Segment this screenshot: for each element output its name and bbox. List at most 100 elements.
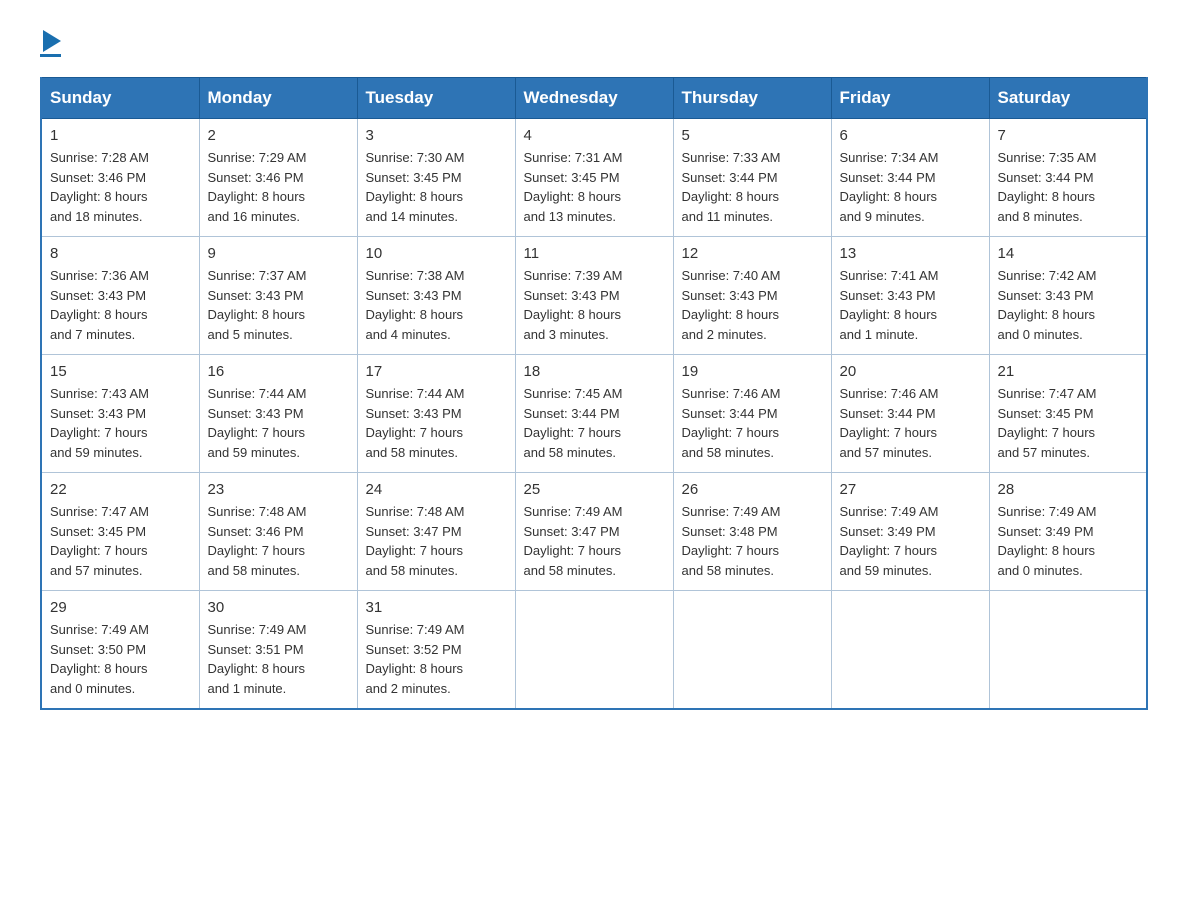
day-info: Sunrise: 7:41 AMSunset: 3:43 PMDaylight:…: [840, 266, 981, 344]
calendar-cell: 17 Sunrise: 7:44 AMSunset: 3:43 PMDaylig…: [357, 355, 515, 473]
page-header: [40, 30, 1148, 57]
day-number: 9: [208, 245, 349, 262]
calendar-cell: 20 Sunrise: 7:46 AMSunset: 3:44 PMDaylig…: [831, 355, 989, 473]
calendar-cell: 24 Sunrise: 7:48 AMSunset: 3:47 PMDaylig…: [357, 473, 515, 591]
col-header-monday: Monday: [199, 78, 357, 119]
day-number: 19: [682, 363, 823, 380]
day-number: 21: [998, 363, 1139, 380]
calendar-cell: [989, 591, 1147, 710]
day-number: 18: [524, 363, 665, 380]
day-info: Sunrise: 7:44 AMSunset: 3:43 PMDaylight:…: [366, 384, 507, 462]
col-header-tuesday: Tuesday: [357, 78, 515, 119]
calendar-cell: 28 Sunrise: 7:49 AMSunset: 3:49 PMDaylig…: [989, 473, 1147, 591]
calendar-cell: 11 Sunrise: 7:39 AMSunset: 3:43 PMDaylig…: [515, 237, 673, 355]
day-number: 17: [366, 363, 507, 380]
col-header-wednesday: Wednesday: [515, 78, 673, 119]
day-info: Sunrise: 7:49 AMSunset: 3:52 PMDaylight:…: [366, 620, 507, 698]
calendar-cell: [673, 591, 831, 710]
day-number: 8: [50, 245, 191, 262]
day-info: Sunrise: 7:46 AMSunset: 3:44 PMDaylight:…: [840, 384, 981, 462]
calendar-cell: 18 Sunrise: 7:45 AMSunset: 3:44 PMDaylig…: [515, 355, 673, 473]
day-info: Sunrise: 7:49 AMSunset: 3:49 PMDaylight:…: [840, 502, 981, 580]
day-info: Sunrise: 7:44 AMSunset: 3:43 PMDaylight:…: [208, 384, 349, 462]
calendar-cell: 10 Sunrise: 7:38 AMSunset: 3:43 PMDaylig…: [357, 237, 515, 355]
day-info: Sunrise: 7:48 AMSunset: 3:46 PMDaylight:…: [208, 502, 349, 580]
day-info: Sunrise: 7:45 AMSunset: 3:44 PMDaylight:…: [524, 384, 665, 462]
day-number: 7: [998, 127, 1139, 144]
calendar-cell: 5 Sunrise: 7:33 AMSunset: 3:44 PMDayligh…: [673, 119, 831, 237]
day-info: Sunrise: 7:31 AMSunset: 3:45 PMDaylight:…: [524, 148, 665, 226]
calendar-cell: 22 Sunrise: 7:47 AMSunset: 3:45 PMDaylig…: [41, 473, 199, 591]
day-number: 4: [524, 127, 665, 144]
calendar-cell: 8 Sunrise: 7:36 AMSunset: 3:43 PMDayligh…: [41, 237, 199, 355]
day-info: Sunrise: 7:49 AMSunset: 3:51 PMDaylight:…: [208, 620, 349, 698]
day-number: 27: [840, 481, 981, 498]
day-info: Sunrise: 7:48 AMSunset: 3:47 PMDaylight:…: [366, 502, 507, 580]
day-number: 14: [998, 245, 1139, 262]
day-number: 23: [208, 481, 349, 498]
col-header-thursday: Thursday: [673, 78, 831, 119]
col-header-sunday: Sunday: [41, 78, 199, 119]
day-number: 31: [366, 599, 507, 616]
day-number: 1: [50, 127, 191, 144]
calendar-cell: 12 Sunrise: 7:40 AMSunset: 3:43 PMDaylig…: [673, 237, 831, 355]
logo-arrow-icon: [43, 30, 61, 52]
day-number: 16: [208, 363, 349, 380]
day-info: Sunrise: 7:43 AMSunset: 3:43 PMDaylight:…: [50, 384, 191, 462]
calendar-cell: 15 Sunrise: 7:43 AMSunset: 3:43 PMDaylig…: [41, 355, 199, 473]
calendar-cell: 31 Sunrise: 7:49 AMSunset: 3:52 PMDaylig…: [357, 591, 515, 710]
day-number: 6: [840, 127, 981, 144]
calendar-cell: 3 Sunrise: 7:30 AMSunset: 3:45 PMDayligh…: [357, 119, 515, 237]
day-info: Sunrise: 7:34 AMSunset: 3:44 PMDaylight:…: [840, 148, 981, 226]
day-info: Sunrise: 7:37 AMSunset: 3:43 PMDaylight:…: [208, 266, 349, 344]
day-info: Sunrise: 7:29 AMSunset: 3:46 PMDaylight:…: [208, 148, 349, 226]
calendar-cell: 26 Sunrise: 7:49 AMSunset: 3:48 PMDaylig…: [673, 473, 831, 591]
calendar-cell: 1 Sunrise: 7:28 AMSunset: 3:46 PMDayligh…: [41, 119, 199, 237]
calendar-cell: [515, 591, 673, 710]
day-info: Sunrise: 7:47 AMSunset: 3:45 PMDaylight:…: [998, 384, 1139, 462]
calendar-cell: 13 Sunrise: 7:41 AMSunset: 3:43 PMDaylig…: [831, 237, 989, 355]
day-info: Sunrise: 7:38 AMSunset: 3:43 PMDaylight:…: [366, 266, 507, 344]
calendar-cell: 9 Sunrise: 7:37 AMSunset: 3:43 PMDayligh…: [199, 237, 357, 355]
calendar-week-row: 1 Sunrise: 7:28 AMSunset: 3:46 PMDayligh…: [41, 119, 1147, 237]
day-info: Sunrise: 7:42 AMSunset: 3:43 PMDaylight:…: [998, 266, 1139, 344]
day-number: 22: [50, 481, 191, 498]
calendar-cell: 30 Sunrise: 7:49 AMSunset: 3:51 PMDaylig…: [199, 591, 357, 710]
logo-bottom: [40, 30, 61, 52]
calendar-cell: 25 Sunrise: 7:49 AMSunset: 3:47 PMDaylig…: [515, 473, 673, 591]
day-number: 3: [366, 127, 507, 144]
day-number: 10: [366, 245, 507, 262]
calendar-cell: 21 Sunrise: 7:47 AMSunset: 3:45 PMDaylig…: [989, 355, 1147, 473]
calendar-cell: 7 Sunrise: 7:35 AMSunset: 3:44 PMDayligh…: [989, 119, 1147, 237]
day-info: Sunrise: 7:49 AMSunset: 3:48 PMDaylight:…: [682, 502, 823, 580]
calendar-week-row: 29 Sunrise: 7:49 AMSunset: 3:50 PMDaylig…: [41, 591, 1147, 710]
calendar-table: SundayMondayTuesdayWednesdayThursdayFrid…: [40, 77, 1148, 710]
day-number: 25: [524, 481, 665, 498]
calendar-week-row: 8 Sunrise: 7:36 AMSunset: 3:43 PMDayligh…: [41, 237, 1147, 355]
calendar-cell: 23 Sunrise: 7:48 AMSunset: 3:46 PMDaylig…: [199, 473, 357, 591]
day-info: Sunrise: 7:49 AMSunset: 3:50 PMDaylight:…: [50, 620, 191, 698]
day-info: Sunrise: 7:33 AMSunset: 3:44 PMDaylight:…: [682, 148, 823, 226]
calendar-header-row: SundayMondayTuesdayWednesdayThursdayFrid…: [41, 78, 1147, 119]
calendar-cell: 19 Sunrise: 7:46 AMSunset: 3:44 PMDaylig…: [673, 355, 831, 473]
day-number: 15: [50, 363, 191, 380]
day-number: 13: [840, 245, 981, 262]
day-info: Sunrise: 7:30 AMSunset: 3:45 PMDaylight:…: [366, 148, 507, 226]
day-info: Sunrise: 7:36 AMSunset: 3:43 PMDaylight:…: [50, 266, 191, 344]
day-info: Sunrise: 7:49 AMSunset: 3:47 PMDaylight:…: [524, 502, 665, 580]
day-info: Sunrise: 7:46 AMSunset: 3:44 PMDaylight:…: [682, 384, 823, 462]
day-info: Sunrise: 7:39 AMSunset: 3:43 PMDaylight:…: [524, 266, 665, 344]
day-number: 12: [682, 245, 823, 262]
day-number: 11: [524, 245, 665, 262]
day-number: 26: [682, 481, 823, 498]
day-info: Sunrise: 7:35 AMSunset: 3:44 PMDaylight:…: [998, 148, 1139, 226]
logo: [40, 30, 61, 57]
day-info: Sunrise: 7:28 AMSunset: 3:46 PMDaylight:…: [50, 148, 191, 226]
col-header-saturday: Saturday: [989, 78, 1147, 119]
col-header-friday: Friday: [831, 78, 989, 119]
calendar-cell: [831, 591, 989, 710]
calendar-week-row: 22 Sunrise: 7:47 AMSunset: 3:45 PMDaylig…: [41, 473, 1147, 591]
calendar-cell: 2 Sunrise: 7:29 AMSunset: 3:46 PMDayligh…: [199, 119, 357, 237]
calendar-cell: 27 Sunrise: 7:49 AMSunset: 3:49 PMDaylig…: [831, 473, 989, 591]
calendar-week-row: 15 Sunrise: 7:43 AMSunset: 3:43 PMDaylig…: [41, 355, 1147, 473]
